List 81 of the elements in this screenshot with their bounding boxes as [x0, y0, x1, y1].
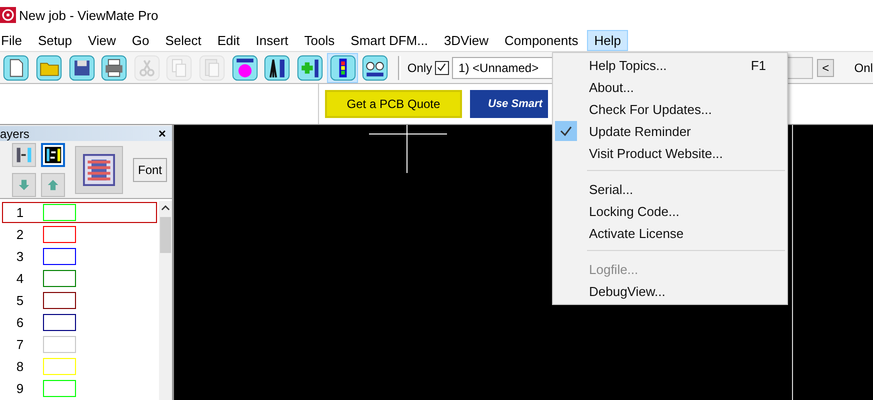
- layer-number: 1: [15, 205, 25, 220]
- layer-row[interactable]: 6: [2, 312, 157, 333]
- checkmark-icon: [555, 121, 577, 141]
- font-button[interactable]: Font: [133, 158, 167, 182]
- menu-item[interactable]: Go: [124, 30, 156, 51]
- layer-swap-button[interactable]: [41, 142, 65, 166]
- menu-item[interactable]: Update Reminder: [553, 120, 787, 142]
- layer-number: 9: [15, 381, 25, 396]
- pcb-quote-button[interactable]: Get a PCB Quote: [325, 90, 462, 118]
- layer-number: 3: [15, 249, 25, 264]
- layer-number: 7: [15, 337, 25, 352]
- layer-filter-checkbox[interactable]: [435, 60, 449, 74]
- layer-row[interactable]: 1: [2, 202, 157, 223]
- scrollbar[interactable]: [159, 201, 172, 400]
- layer-stack-button[interactable]: [75, 146, 123, 194]
- calipers-icon: [263, 54, 292, 82]
- toolbar-button[interactable]: [98, 52, 130, 82]
- close-button[interactable]: ×: [158, 126, 166, 141]
- layer-number: 8: [15, 359, 25, 374]
- save-icon: [68, 54, 96, 82]
- menu-item[interactable]: Activate License: [553, 222, 787, 244]
- layer-row[interactable]: 8: [2, 356, 157, 377]
- menu-item[interactable]: Select: [158, 30, 208, 51]
- toolbar-button[interactable]: [360, 52, 390, 82]
- folder-icon: [34, 54, 63, 82]
- layer-row[interactable]: 4: [2, 268, 157, 289]
- layer-row[interactable]: 3: [2, 246, 157, 267]
- toolbar-button[interactable]: [327, 52, 358, 82]
- layer-color-swatch[interactable]: [43, 270, 76, 287]
- paste-icon: [198, 54, 226, 82]
- layer-swap-icon: [44, 146, 62, 164]
- menu-item[interactable]: View: [80, 30, 123, 51]
- menu-item[interactable]: Smart DFM...: [344, 30, 435, 51]
- menu-item[interactable]: Help: [587, 30, 628, 51]
- menu-item[interactable]: Locking Code...: [553, 200, 787, 222]
- glasses-icon: [361, 54, 390, 82]
- layer-color-swatch[interactable]: [43, 314, 76, 331]
- option-label: Onl: [854, 60, 873, 74]
- menu-item[interactable]: Insert: [248, 30, 296, 51]
- layer-number: 4: [15, 271, 25, 286]
- window-title: New job - ViewMate Pro: [19, 8, 158, 22]
- layer-move-button[interactable]: [12, 142, 36, 166]
- copy-icon: [165, 54, 194, 82]
- layer-color-swatch[interactable]: [43, 292, 76, 309]
- layer-number: 2: [15, 227, 25, 242]
- layer-color-swatch[interactable]: [43, 226, 76, 243]
- pad-icon: [230, 54, 259, 82]
- menu-item[interactable]: Check For Updates...: [553, 98, 787, 120]
- plus-icon: [296, 54, 324, 82]
- menu-item[interactable]: Components: [498, 30, 586, 51]
- scroll-thumb[interactable]: [160, 217, 171, 253]
- layer-row[interactable]: 9: [2, 378, 157, 399]
- layer-number: 5: [15, 293, 25, 308]
- color-bar-icon: [328, 54, 357, 82]
- menu-item[interactable]: File: [0, 30, 29, 51]
- text-field[interactable]: [786, 56, 813, 78]
- layer-row[interactable]: 5: [2, 290, 157, 311]
- panel-title: ayers: [0, 126, 30, 140]
- layer-move-icon: [15, 146, 33, 164]
- toolbar-button[interactable]: [294, 52, 326, 82]
- promo-button[interactable]: Use Smart: [470, 90, 548, 118]
- menu-item[interactable]: Edit: [210, 30, 247, 51]
- scroll-up-icon: [161, 205, 170, 211]
- scissors-icon: [132, 54, 161, 82]
- printer-icon: [100, 54, 128, 82]
- menu-item[interactable]: 3DView: [436, 30, 496, 51]
- layer-stack-icon: [83, 154, 115, 186]
- menu-item[interactable]: Setup: [30, 30, 79, 51]
- menu-item[interactable]: About...: [553, 76, 787, 98]
- layer-row[interactable]: 2: [2, 224, 157, 245]
- layer-filter-label: Only: [407, 60, 432, 74]
- menu-item[interactable]: DebugView...: [553, 280, 787, 302]
- layer-row[interactable]: 7: [2, 334, 157, 355]
- layer-number: 6: [15, 315, 25, 330]
- menu-item[interactable]: Tools: [297, 30, 342, 51]
- previous-button[interactable]: <: [817, 58, 834, 76]
- down-arrow-icon: [18, 178, 30, 190]
- menu-item[interactable]: Visit Product Website...: [553, 142, 787, 164]
- menu-item[interactable]: Serial...: [553, 178, 787, 200]
- layer-color-swatch[interactable]: [43, 248, 76, 265]
- up-arrow-icon: [47, 178, 59, 190]
